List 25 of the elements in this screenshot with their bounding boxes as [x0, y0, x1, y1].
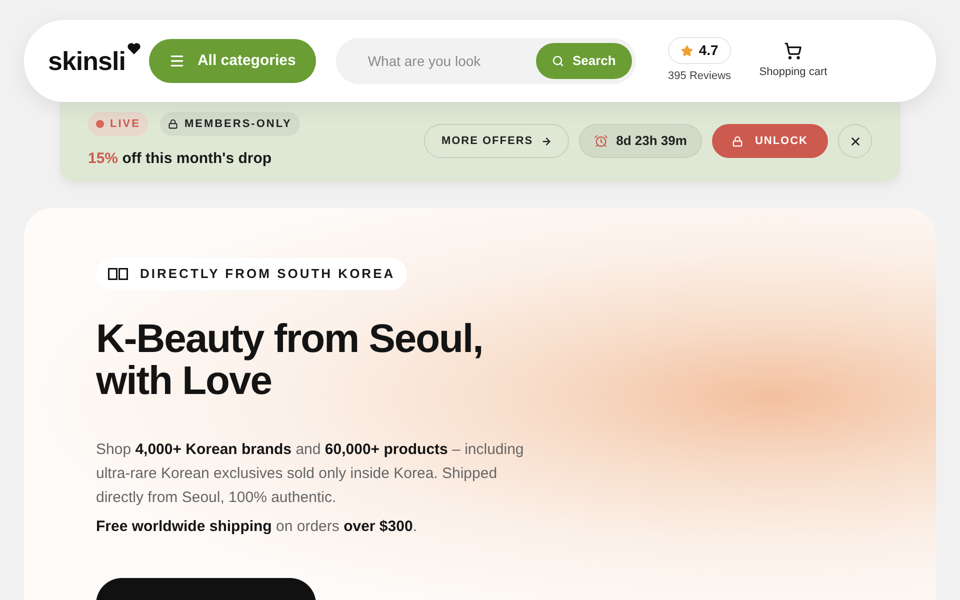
- logo[interactable]: skinsli: [48, 42, 126, 80]
- rating-badge: 4.7: [668, 37, 732, 64]
- live-badge: LIVE: [88, 112, 148, 136]
- arrow-right-icon: [541, 136, 552, 146]
- unlock-button[interactable]: UNLOCK: [712, 124, 828, 158]
- shipping-note: Free worldwide shipping on orders over $300.: [96, 516, 418, 536]
- cart-icon: [784, 42, 802, 60]
- close-icon: [848, 134, 862, 148]
- hero-description: Shop 4,000+ Korean brands and 60,000+ products – including ultra-rare Korean exclusives sold only inside Korea. Shipped directly from Seoul, 100% authentic.: [96, 440, 525, 508]
- lock-icon: [732, 136, 743, 146]
- origin-tag: DIRECTLY FROM SOUTH KOREA: [96, 258, 408, 290]
- heart-icon: [127, 42, 142, 54]
- search-icon: [552, 55, 564, 67]
- members-badge: MEMBERS-ONLY: [160, 112, 300, 136]
- hero-title: K-Beauty from Seoul, with Love: [96, 318, 484, 402]
- shopping-cart-button[interactable]: Shopping cart: [759, 42, 828, 80]
- offer-headline: 15% off this month's drop: [88, 149, 273, 169]
- menu-icon: [169, 53, 186, 69]
- countdown-timer: 8d 23h 39m: [579, 124, 702, 158]
- alarm-clock-icon: [594, 134, 608, 148]
- reviews-count[interactable]: 395 Reviews: [668, 68, 732, 85]
- lock-icon: [168, 118, 178, 129]
- flag-icon: [108, 268, 128, 280]
- more-offers-button[interactable]: MORE OFFERS: [424, 124, 570, 158]
- star-icon: [680, 44, 693, 57]
